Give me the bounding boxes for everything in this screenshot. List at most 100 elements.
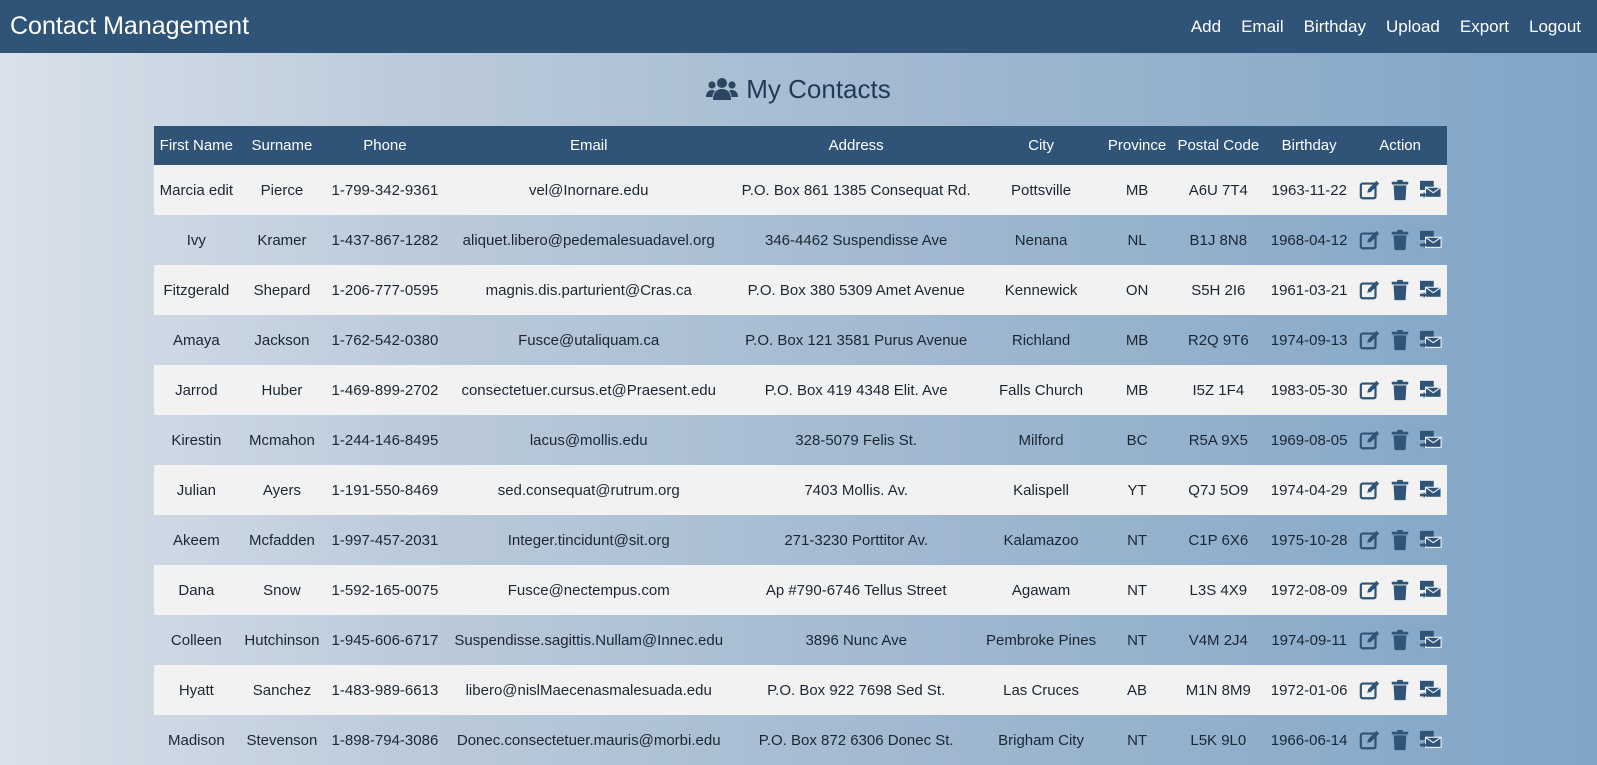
cell-province: NT — [1127, 581, 1148, 599]
cell-phone: 1-799-342-9361 — [331, 181, 439, 199]
email-button[interactable] — [1419, 179, 1442, 201]
delete-button[interactable] — [1389, 279, 1411, 301]
cell-postal-code: V4M 2J4 — [1188, 631, 1248, 649]
mail-transfer-icon — [1419, 530, 1443, 555]
edit-button[interactable] — [1359, 479, 1381, 501]
cell-phone: 1-945-606-6717 — [331, 631, 439, 649]
cell-birthday: 1966-06-14 — [1270, 731, 1348, 749]
cell-postal-code: M1N 8M9 — [1185, 681, 1251, 699]
email-button[interactable] — [1419, 629, 1442, 651]
cell-first-name: Kirestin — [171, 431, 222, 449]
email-button[interactable] — [1419, 279, 1442, 301]
email-button[interactable] — [1419, 679, 1442, 701]
edit-icon — [1359, 530, 1381, 555]
edit-button[interactable] — [1359, 729, 1381, 751]
cell-first-name: Fitzgerald — [163, 281, 230, 299]
cell-surname: Stevenson — [246, 731, 318, 749]
cell-city: Kalamazoo — [1003, 531, 1079, 549]
edit-icon — [1359, 230, 1381, 255]
delete-button[interactable] — [1389, 629, 1411, 651]
cell-birthday: 1974-04-29 — [1270, 481, 1348, 499]
cell-city: Nenana — [1014, 231, 1068, 249]
cell-province: NT — [1127, 731, 1148, 749]
cell-province: NL — [1127, 231, 1147, 249]
cell-surname: Pierce — [260, 181, 304, 199]
table-row: Hyatt Sanchez 1-483-989-6613 libero@nislMae… — [154, 665, 1447, 715]
nav-email[interactable]: Email — [1241, 17, 1284, 37]
cell-first-name: Jarrod — [175, 381, 218, 399]
delete-button[interactable] — [1389, 379, 1411, 401]
cell-phone: 1-206-777-0595 — [331, 281, 439, 299]
edit-button[interactable] — [1359, 579, 1381, 601]
table-row: Kirestin Mcmahon 1-244-146-8495 lacus@molli… — [154, 415, 1447, 465]
edit-button[interactable] — [1359, 629, 1381, 651]
cell-address: 346-4462 Suspendisse Ave — [764, 231, 948, 249]
cell-city: Pembroke Pines — [986, 631, 1097, 649]
nav-links: Add Email Birthday Upload Export Logout — [1191, 17, 1587, 37]
email-button[interactable] — [1419, 729, 1442, 751]
mail-transfer-icon — [1419, 430, 1443, 455]
nav-logout[interactable]: Logout — [1529, 17, 1581, 37]
cell-surname: Jackson — [254, 331, 310, 349]
delete-button[interactable] — [1389, 529, 1411, 551]
edit-button[interactable] — [1359, 229, 1381, 251]
cell-birthday: 1983-05-30 — [1270, 381, 1348, 399]
cell-postal-code: A6U 7T4 — [1188, 181, 1248, 199]
delete-button[interactable] — [1389, 729, 1411, 751]
cell-email: Donec.consectetuer.mauris@morbi.edu — [456, 731, 721, 749]
cell-email: Fusce@nectempus.com — [507, 581, 670, 599]
delete-button[interactable] — [1389, 579, 1411, 601]
trash-icon — [1389, 629, 1411, 655]
cell-first-name: Madison — [168, 731, 225, 749]
cell-province: AB — [1127, 681, 1148, 699]
edit-button[interactable] — [1359, 529, 1381, 551]
edit-button[interactable] — [1359, 429, 1381, 451]
cell-phone: 1-898-794-3086 — [331, 731, 439, 749]
mail-transfer-icon — [1419, 680, 1443, 705]
cell-province: BC — [1126, 431, 1148, 449]
nav-export[interactable]: Export — [1460, 17, 1509, 37]
edit-button[interactable] — [1359, 279, 1381, 301]
delete-button[interactable] — [1389, 229, 1411, 251]
delete-button[interactable] — [1389, 329, 1411, 351]
cell-province: ON — [1125, 281, 1149, 299]
nav-add[interactable]: Add — [1191, 17, 1221, 37]
table-row: Marcia edit Pierce 1-799-342-9361 vel@Inorn… — [154, 165, 1447, 215]
delete-button[interactable] — [1389, 679, 1411, 701]
edit-button[interactable] — [1359, 679, 1381, 701]
cell-postal-code: L5K 9L0 — [1190, 731, 1247, 749]
delete-button[interactable] — [1389, 429, 1411, 451]
email-button[interactable] — [1419, 579, 1442, 601]
cell-postal-code: I5Z 1F4 — [1192, 381, 1245, 399]
cell-phone: 1-469-899-2702 — [331, 381, 439, 399]
mail-transfer-icon — [1419, 180, 1443, 205]
nav-birthday[interactable]: Birthday — [1304, 17, 1366, 37]
cell-address: P.O. Box 380 5309 Amet Avenue — [747, 281, 965, 299]
email-button[interactable] — [1419, 529, 1442, 551]
cell-city: Falls Church — [998, 381, 1084, 399]
email-button[interactable] — [1419, 329, 1442, 351]
cell-city: Pottsville — [1011, 181, 1072, 199]
email-button[interactable] — [1419, 379, 1442, 401]
cell-email: vel@Inornare.edu — [528, 181, 649, 199]
delete-button[interactable] — [1389, 179, 1411, 201]
cell-action — [1353, 265, 1447, 315]
edit-button[interactable] — [1359, 379, 1381, 401]
row-actions — [1357, 429, 1443, 451]
email-button[interactable] — [1419, 479, 1442, 501]
edit-button[interactable] — [1359, 179, 1381, 201]
edit-icon — [1359, 680, 1381, 705]
delete-button[interactable] — [1389, 479, 1411, 501]
cell-postal-code: R2Q 9T6 — [1187, 331, 1249, 349]
cell-surname: Huber — [261, 381, 303, 399]
row-actions — [1357, 629, 1443, 651]
edit-icon — [1359, 630, 1381, 655]
edit-button[interactable] — [1359, 329, 1381, 351]
row-actions — [1357, 729, 1443, 751]
row-actions — [1357, 179, 1443, 201]
column-header-city: City — [1028, 137, 1054, 154]
email-button[interactable] — [1419, 429, 1442, 451]
email-button[interactable] — [1419, 229, 1442, 251]
nav-upload[interactable]: Upload — [1386, 17, 1440, 37]
cell-province: YT — [1127, 481, 1147, 499]
